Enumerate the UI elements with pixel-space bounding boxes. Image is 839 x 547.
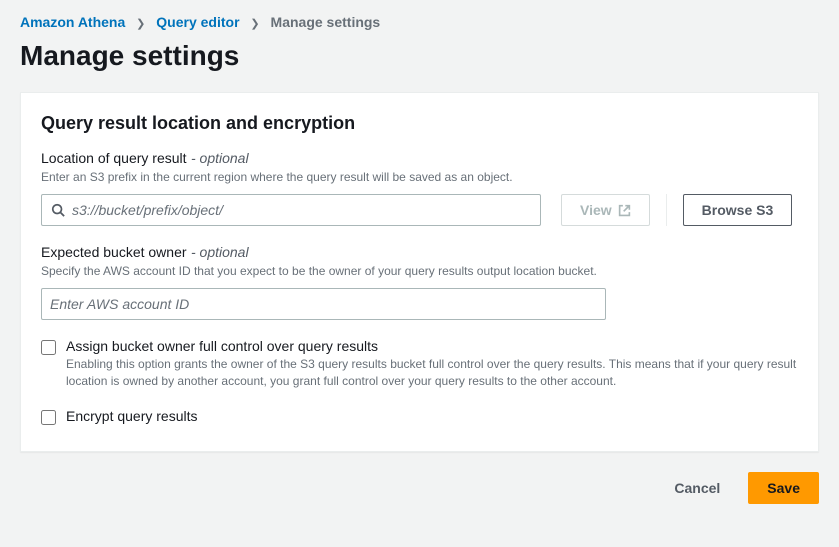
page-title: Manage settings xyxy=(20,40,819,72)
encrypt-checkbox[interactable] xyxy=(41,410,56,425)
owner-optional: - optional xyxy=(191,244,249,260)
breadcrumb: Amazon Athena ❯ Query editor ❯ Manage se… xyxy=(0,0,839,36)
external-link-icon xyxy=(618,204,631,217)
location-optional: - optional xyxy=(191,150,249,166)
location-hint: Enter an S3 prefix in the current region… xyxy=(41,170,798,184)
owner-label: Expected bucket owner xyxy=(41,244,187,260)
vertical-divider xyxy=(666,194,667,226)
footer-actions: Cancel Save xyxy=(0,452,839,524)
field-location: Location of query result - optional Ente… xyxy=(41,150,798,226)
assign-label: Assign bucket owner full control over qu… xyxy=(66,338,798,354)
field-assign: Assign bucket owner full control over qu… xyxy=(41,338,798,390)
browse-s3-button[interactable]: Browse S3 xyxy=(683,194,793,226)
breadcrumb-current: Manage settings xyxy=(271,14,381,30)
assign-checkbox[interactable] xyxy=(41,340,56,355)
location-input[interactable] xyxy=(41,194,541,226)
view-button-label: View xyxy=(580,202,612,218)
encrypt-label: Encrypt query results xyxy=(66,408,798,424)
settings-card: Query result location and encryption Loc… xyxy=(20,92,819,452)
owner-input[interactable] xyxy=(41,288,606,320)
breadcrumb-link-query-editor[interactable]: Query editor xyxy=(156,14,239,30)
location-label: Location of query result xyxy=(41,150,187,166)
view-button[interactable]: View xyxy=(561,194,650,226)
owner-hint: Specify the AWS account ID that you expe… xyxy=(41,264,798,278)
assign-desc: Enabling this option grants the owner of… xyxy=(66,356,798,390)
breadcrumb-link-athena[interactable]: Amazon Athena xyxy=(20,14,125,30)
section-title: Query result location and encryption xyxy=(41,113,798,134)
field-encrypt: Encrypt query results xyxy=(41,408,798,425)
cancel-button[interactable]: Cancel xyxy=(656,472,738,504)
chevron-right-icon: ❯ xyxy=(136,17,145,30)
save-button[interactable]: Save xyxy=(748,472,819,504)
field-owner: Expected bucket owner - optional Specify… xyxy=(41,244,798,320)
chevron-right-icon: ❯ xyxy=(250,17,259,30)
